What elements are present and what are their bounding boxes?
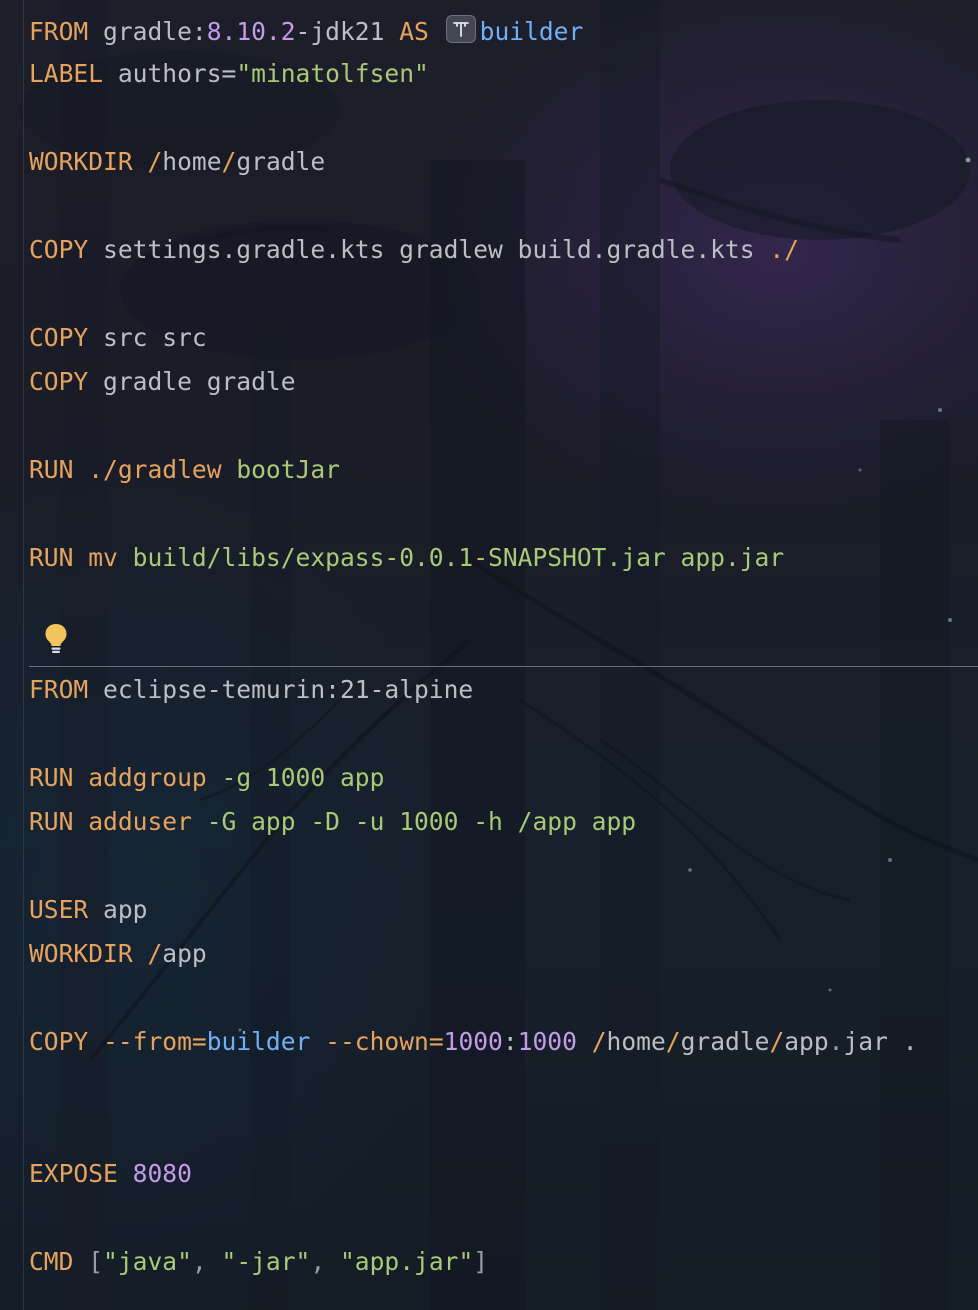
code-line-from-builder[interactable]: FROM gradle:8.10.2-jdk21 AS builder bbox=[29, 15, 584, 46]
code-line-from-runtime[interactable]: FROM eclipse-temurin:21-alpine bbox=[29, 675, 473, 705]
copy-destination: ./ bbox=[769, 235, 799, 264]
code-line-user[interactable]: USER app bbox=[29, 895, 147, 925]
path-segment: app bbox=[162, 939, 207, 968]
base-image-name: gradle: bbox=[103, 17, 207, 46]
comma-separator: , bbox=[191, 1247, 222, 1276]
code-line-run-adduser[interactable]: RUN adduser -G app -D -u 1000 -h /app ap… bbox=[29, 807, 636, 837]
shell-arguments: -G app -D -u 1000 -h /app app bbox=[206, 807, 637, 836]
code-line-run-mv[interactable]: RUN mv build/libs/expass-0.0.1-SNAPSHOT.… bbox=[29, 543, 784, 573]
keyword-copy: COPY bbox=[29, 367, 89, 396]
keyword-workdir: WORKDIR bbox=[29, 939, 133, 968]
cmd-argument: "app.jar" bbox=[339, 1247, 474, 1276]
copy-arguments: src src bbox=[103, 323, 207, 352]
stage-alias-reference: builder bbox=[206, 1027, 311, 1056]
code-line-workdir-app[interactable]: WORKDIR /app bbox=[29, 939, 207, 969]
code-line-run-addgroup[interactable]: RUN addgroup -g 1000 app bbox=[29, 763, 384, 793]
code-line-copy-build-files[interactable]: COPY settings.gradle.kts gradlew build.g… bbox=[29, 235, 799, 265]
keyword-user: USER bbox=[29, 895, 89, 924]
keyword-run: RUN bbox=[29, 543, 74, 572]
path-separator: / bbox=[665, 1027, 681, 1056]
code-line-label[interactable]: LABEL authors="minatolfsen" bbox=[29, 59, 429, 89]
keyword-expose: EXPOSE bbox=[29, 1159, 118, 1188]
exposed-port: 8080 bbox=[132, 1159, 192, 1188]
path-separator: / bbox=[147, 939, 163, 968]
copy-arguments: gradle gradle bbox=[103, 367, 296, 396]
keyword-run: RUN bbox=[29, 807, 74, 836]
base-image-name: eclipse-temurin:21-alpine bbox=[103, 675, 474, 704]
chown-uid: 1000 bbox=[443, 1027, 503, 1056]
user-name: app bbox=[103, 895, 148, 924]
keyword-from: FROM bbox=[29, 675, 89, 704]
keyword-cmd: CMD bbox=[29, 1247, 74, 1276]
flag-from: --from= bbox=[103, 1027, 207, 1056]
file-name: app bbox=[784, 1027, 829, 1056]
copy-sources: settings.gradle.kts gradlew build.gradle… bbox=[103, 235, 770, 264]
path-separator: / bbox=[591, 1027, 607, 1056]
keyword-copy: COPY bbox=[29, 323, 89, 352]
chown-gid: 1000 bbox=[517, 1027, 577, 1056]
keyword-label: LABEL bbox=[29, 59, 104, 88]
code-line-copy-gradle[interactable]: COPY gradle gradle bbox=[29, 367, 296, 397]
stage-separator bbox=[29, 666, 978, 667]
label-value: "minatolfsen" bbox=[236, 59, 429, 88]
file-dot: . bbox=[828, 1027, 844, 1056]
keyword-as: AS bbox=[399, 17, 429, 46]
bracket-open: [ bbox=[88, 1247, 104, 1276]
keyword-run: RUN bbox=[29, 763, 74, 792]
keyword-run: RUN bbox=[29, 455, 74, 484]
copy-destination: . bbox=[902, 1027, 918, 1056]
shell-command: mv bbox=[88, 543, 118, 572]
keyword-workdir: WORKDIR bbox=[29, 147, 133, 176]
path-segment: gradle bbox=[680, 1027, 770, 1056]
code-line-copy-from-builder[interactable]: COPY --from=builder --chown=1000:1000 /h… bbox=[29, 1027, 918, 1057]
lightbulb-icon[interactable] bbox=[43, 622, 69, 656]
keyword-copy: COPY bbox=[29, 1027, 89, 1056]
chown-colon: : bbox=[502, 1027, 518, 1056]
shell-arguments: -g 1000 app bbox=[221, 763, 385, 792]
label-key: authors= bbox=[117, 59, 237, 88]
shell-command: ./gradlew bbox=[88, 455, 222, 484]
path-separator: / bbox=[221, 147, 237, 176]
comma-separator: , bbox=[310, 1247, 340, 1276]
keyword-copy: COPY bbox=[29, 235, 89, 264]
path-segment: home bbox=[162, 147, 222, 176]
path-segment: home bbox=[606, 1027, 666, 1056]
shell-arguments: build/libs/expass-0.0.1-SNAPSHOT.jar app… bbox=[132, 543, 785, 572]
code-line-run-bootjar[interactable]: RUN ./gradlew bootJar bbox=[29, 455, 340, 485]
code-line-workdir-home[interactable]: WORKDIR /home/gradle bbox=[29, 147, 325, 177]
path-separator: / bbox=[769, 1027, 785, 1056]
code-line-cmd[interactable]: CMD ["java", "-jar", "app.jar"] bbox=[29, 1247, 488, 1277]
path-separator: / bbox=[147, 147, 163, 176]
code-line-copy-src[interactable]: COPY src src bbox=[29, 323, 207, 353]
dockerfile-editor[interactable]: FROM gradle:8.10.2-jdk21 AS builder LABE… bbox=[0, 0, 978, 1310]
cmd-argument: "-jar" bbox=[221, 1247, 311, 1276]
keyword-from: FROM bbox=[29, 17, 89, 46]
shell-command: adduser bbox=[88, 807, 192, 836]
shell-command: addgroup bbox=[88, 763, 207, 792]
bracket-close: ] bbox=[473, 1247, 489, 1276]
base-image-suffix: -jdk21 bbox=[295, 17, 385, 46]
code-line-expose[interactable]: EXPOSE 8080 bbox=[29, 1159, 192, 1189]
type-parameter-icon bbox=[445, 15, 476, 43]
base-image-version: 8.10.2 bbox=[206, 17, 296, 46]
file-extension: jar bbox=[843, 1027, 888, 1056]
flag-chown: --chown= bbox=[325, 1027, 444, 1056]
shell-arguments: bootJar bbox=[236, 455, 340, 484]
cmd-argument: "java" bbox=[103, 1247, 192, 1276]
path-segment: gradle bbox=[236, 147, 326, 176]
stage-alias: builder bbox=[479, 17, 584, 46]
